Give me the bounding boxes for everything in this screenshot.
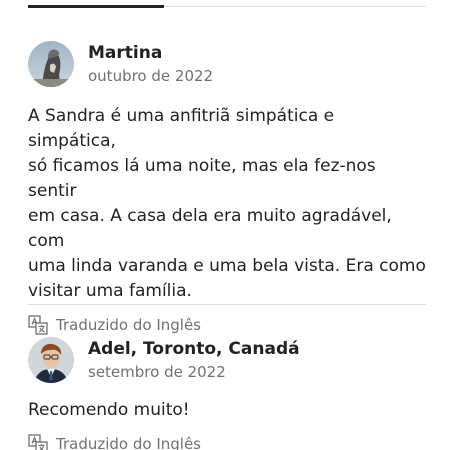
avatar-photo-icon <box>28 337 74 383</box>
review-divider <box>28 304 426 305</box>
translate-icon <box>28 434 48 450</box>
reviews-page: Martina outubro de 2022 A Sandra é uma a… <box>0 0 450 450</box>
translated-label: Traduzido do Inglês <box>56 435 201 450</box>
review-text: Recomendo muito! <box>28 400 190 420</box>
active-tab-indicator <box>28 5 164 8</box>
reviewer-name[interactable]: Martina <box>88 42 213 64</box>
review-item: Adel, Toronto, Canadá setembro de 2022 R… <box>28 336 426 450</box>
review-item: Martina outubro de 2022 A Sandra é uma a… <box>28 40 426 336</box>
reviewer-info: Martina outubro de 2022 <box>88 42 213 87</box>
reviewer-avatar[interactable] <box>28 41 74 87</box>
translated-note[interactable]: Traduzido do Inglês <box>28 433 426 450</box>
translate-icon <box>28 315 48 335</box>
review-date: setembro de 2022 <box>88 362 226 381</box>
review-date: outubro de 2022 <box>88 66 214 85</box>
tab-indicator-bar <box>28 0 426 8</box>
avatar-photo-icon <box>28 41 74 87</box>
review-header: Martina outubro de 2022 <box>28 40 426 88</box>
translated-label: Traduzido do Inglês <box>56 316 201 334</box>
reviewer-name[interactable]: Adel, Toronto, Canadá <box>88 338 300 360</box>
reviewer-info: Adel, Toronto, Canadá setembro de 2022 <box>88 338 300 383</box>
translated-note[interactable]: Traduzido do Inglês <box>28 314 426 336</box>
review-header: Adel, Toronto, Canadá setembro de 2022 <box>28 336 426 384</box>
review-text: A Sandra é uma anfitriã simpática e simp… <box>28 106 426 301</box>
reviewer-avatar[interactable] <box>28 337 74 383</box>
